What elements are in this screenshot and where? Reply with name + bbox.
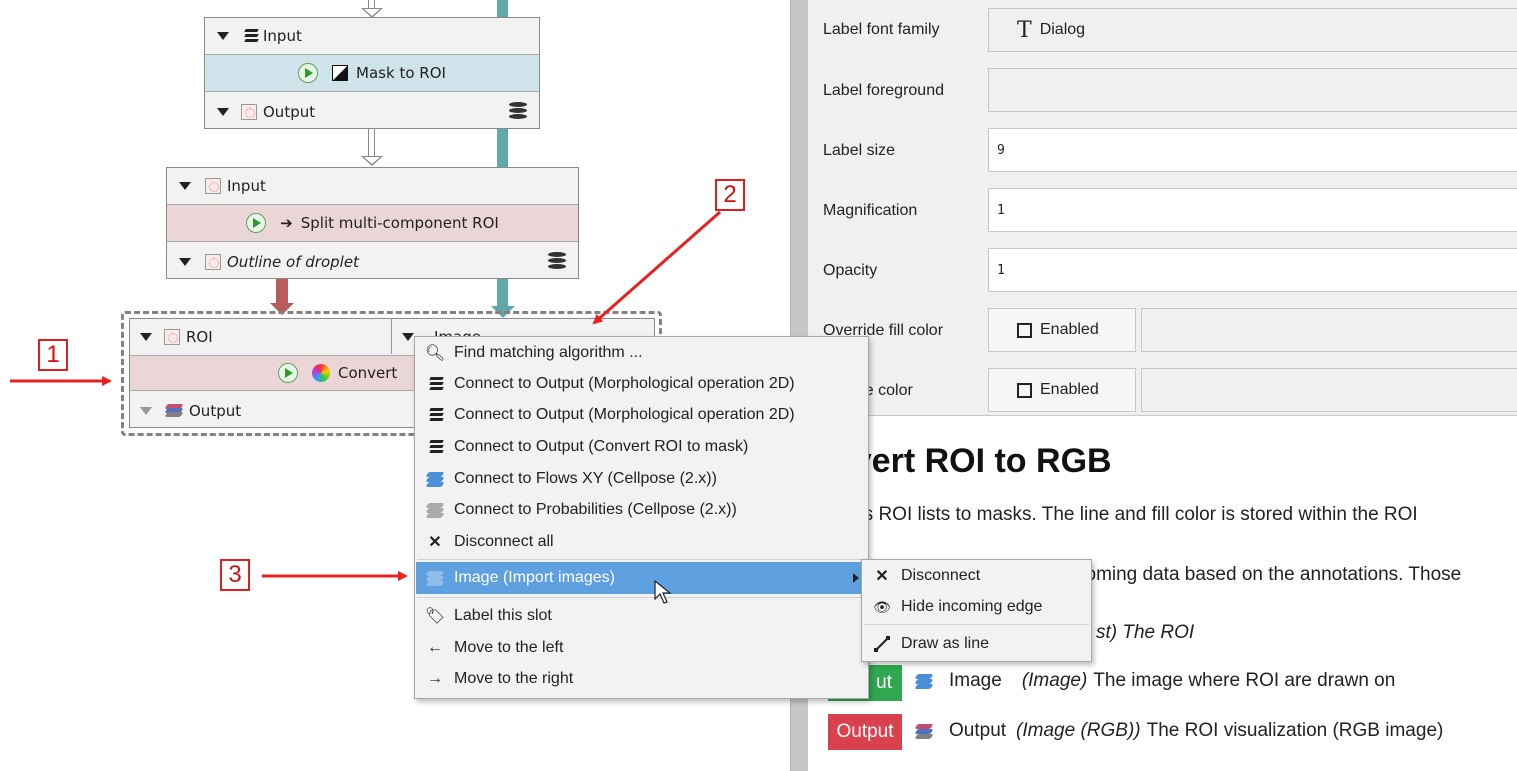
fill-color-button[interactable] [1141, 308, 1517, 352]
close-icon: ✕ [875, 568, 889, 585]
arrow-left-icon: ← [427, 639, 443, 656]
magnification-input[interactable]: 1 [988, 188, 1517, 232]
menu-item-label: Connect to Output (Convert ROI to mask) [454, 438, 749, 455]
menu-item-label-slot[interactable]: 🏷︎ Label this slot [416, 601, 867, 631]
menu-item-label: Connect to Output (Morphological operati… [454, 406, 795, 423]
menu-item-move-right[interactable]: → Move to the right [416, 664, 867, 694]
menu-item-label: Find matching algorithm ... [454, 344, 643, 361]
submenu-item-disconnect[interactable]: ✕ Disconnect [863, 561, 1090, 591]
menu-item-find-matching-algorithm[interactable]: 🔍︎ Find matching algorithm ... [416, 338, 867, 368]
menu-item-label: Label this slot [454, 607, 552, 624]
image-layers-icon [425, 472, 444, 487]
override-line-label: Enabled [1040, 381, 1099, 398]
line-color-button[interactable] [1141, 368, 1517, 412]
menu-item-label: Connect to Output (Morphological operati… [454, 375, 795, 392]
menu-item-label: Move to the right [454, 670, 574, 687]
submenu-arrow-icon [853, 573, 859, 583]
image-layers-icon [914, 674, 934, 689]
override-fill-label: Enabled [1040, 321, 1099, 338]
submenu-item-draw-as-line[interactable]: Draw as line [863, 629, 1090, 659]
menu-item-label: Draw as line [901, 635, 990, 652]
menu-item-connect-output-1[interactable]: Connect to Output (Morphological operati… [416, 369, 867, 399]
menu-item-label: Disconnect [901, 567, 981, 584]
prop-label-foreground: Label foreground [823, 82, 944, 99]
grey-layers-icon [425, 503, 444, 518]
image-layers-icon [425, 571, 444, 586]
checkbox-icon [1017, 322, 1032, 338]
output-badge: Output [828, 714, 902, 750]
search-icon: 🔍︎ [424, 345, 446, 362]
slot-context-menu[interactable]: 🔍︎ Find matching algorithm ... Connect to… [414, 336, 869, 699]
menu-item-label: Hide incoming edge [901, 598, 1043, 615]
font-family-selector[interactable]: T Dialog [988, 8, 1517, 52]
prop-label-size: Label size [823, 142, 896, 159]
mouse-cursor-icon [654, 580, 672, 604]
menu-item-label: Disconnect all [454, 533, 554, 550]
menu-item-label: Image (Import images) [454, 569, 615, 586]
menu-item-image-import-images[interactable]: Image (Import images) [416, 562, 867, 594]
doc-output-slot: Output (Image (RGB)) The ROI visualizati… [914, 720, 1444, 742]
checkbox-icon [1017, 382, 1032, 398]
close-icon: ✕ [428, 534, 442, 551]
menu-item-label: Connect to Probabilities (Cellpose (2.x)… [454, 501, 737, 518]
doc-image-slot: Image (Image) The image where ROI are dr… [914, 670, 1396, 692]
mask-icon [426, 439, 444, 455]
tag-icon: 🏷︎ [424, 608, 446, 625]
property-panel: Label font family T Dialog Label foregro… [808, 0, 1517, 416]
override-fill-toggle[interactable]: Enabled [988, 308, 1136, 352]
doc-roi-slot: st) The ROI [1096, 622, 1194, 644]
label-size-input[interactable]: 9 [988, 128, 1517, 172]
override-line-toggle[interactable]: Enabled [988, 368, 1136, 412]
menu-item-connect-output-2[interactable]: Connect to Output (Morphological operati… [416, 400, 867, 430]
doc-annotation-text: coming data based on the annotations. Th… [1076, 564, 1462, 585]
menu-item-disconnect-all[interactable]: ✕ Disconnect all [416, 527, 867, 557]
slot-name: Image [949, 670, 1002, 691]
submenu-item-hide-incoming-edge[interactable]: 👁︎ Hide incoming edge [863, 592, 1090, 622]
doc-description: verts ROI lists to masks. The line and f… [832, 504, 1418, 525]
slot-submenu[interactable]: ✕ Disconnect 👁︎ Hide incoming edge Draw as… [861, 559, 1092, 662]
arrow-2 [592, 210, 721, 325]
mask-icon [426, 407, 444, 423]
doc-roi-slot-text: st) The ROI [1096, 622, 1195, 643]
opacity-value: 1 [997, 262, 1005, 278]
mask-icon [426, 376, 444, 392]
menu-item-connect-probabilities[interactable]: Connect to Probabilities (Cellpose (2.x)… [416, 495, 867, 525]
slot-name: Output [949, 720, 1007, 741]
menu-separator [417, 597, 866, 598]
slot-desc: The ROI visualization (RGB image) [1146, 720, 1444, 741]
opacity-input[interactable]: 1 [988, 248, 1517, 292]
font-icon: T [1017, 17, 1032, 43]
line-icon [873, 636, 891, 652]
menu-separator [417, 559, 866, 560]
slot-desc: The image where ROI are drawn on [1093, 670, 1396, 691]
doc-title: nvert ROI to RGB [832, 442, 1112, 480]
slot-type: (Image) [1021, 670, 1088, 691]
font-family-value: Dialog [1039, 21, 1086, 38]
menu-item-connect-output-3[interactable]: Connect to Output (Convert ROI to mask) [416, 432, 867, 462]
arrow-right-icon: → [427, 670, 443, 687]
eye-slash-icon: 👁︎ [873, 598, 891, 615]
menu-item-move-left[interactable]: ← Move to the left [416, 633, 867, 663]
label-size-value: 9 [997, 142, 1005, 158]
menu-separator [864, 624, 1089, 625]
menu-item-label: Connect to Flows XY (Cellpose (2.x)) [454, 470, 717, 487]
foreground-color-button[interactable] [988, 68, 1517, 112]
rgb-image-icon [914, 724, 934, 739]
menu-item-connect-flows[interactable]: Connect to Flows XY (Cellpose (2.x)) [416, 464, 867, 494]
menu-item-label: Move to the left [454, 639, 564, 656]
prop-label-font-family: Label font family [823, 21, 940, 38]
prop-label-opacity: Opacity [823, 262, 878, 279]
prop-label-magnification: Magnification [823, 202, 918, 219]
slot-type: (Image (RGB)) [1016, 720, 1141, 741]
magnification-value: 1 [997, 202, 1005, 218]
